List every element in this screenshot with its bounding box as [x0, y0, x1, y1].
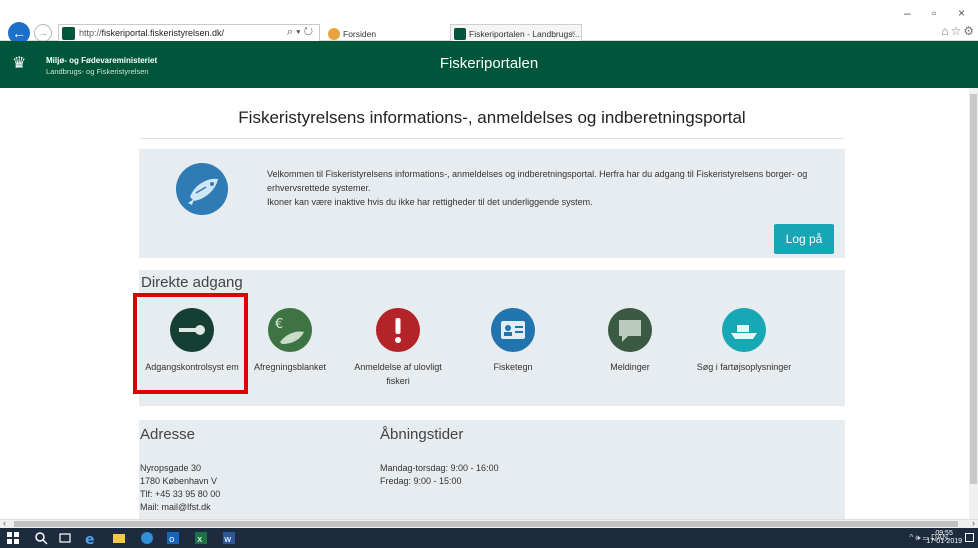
svg-text:w: w — [224, 535, 231, 545]
svg-text:e: e — [85, 532, 95, 545]
close-window-icon[interactable]: × — [958, 6, 965, 20]
contact-panel: Adresse Nyropsgade 30 1780 København V T… — [139, 420, 845, 520]
id-card-icon — [491, 308, 535, 352]
notifications-icon[interactable] — [965, 533, 974, 542]
browser-chrome: ← → http://fiskeriportal.fiskeristyrelse… — [0, 0, 978, 44]
portal-title: Fiskeriportalen — [439, 55, 539, 72]
hours-text: Mandag-torsdag: 9:00 - 16:00 Fredag: 9:0… — [380, 463, 499, 486]
tile-label: Søg i fartøjsoplysninger — [696, 362, 792, 372]
exclamation-icon — [376, 308, 420, 352]
clock[interactable]: 09:55 17-01-2019 — [926, 530, 962, 546]
horizontal-scrollbar[interactable]: ‹ › — [0, 518, 978, 528]
outlook-icon[interactable]: o — [166, 531, 180, 545]
svg-text:€: € — [275, 317, 283, 332]
svg-text:o: o — [169, 535, 175, 545]
vertical-scrollbar[interactable] — [969, 88, 978, 519]
euro-fish-icon: € — [268, 308, 312, 352]
address-title: Adresse — [140, 426, 196, 443]
skype-icon[interactable] — [140, 531, 154, 545]
tile-afregningsblanket[interactable]: € Afregningsblanket — [235, 304, 345, 374]
tile-anmeldelse[interactable]: Anmeldelse af ulovligt fiskeri — [343, 304, 453, 388]
svg-text:x: x — [197, 535, 203, 545]
task-view-icon[interactable] — [58, 531, 72, 545]
word-icon[interactable]: w — [222, 531, 236, 545]
search-icon[interactable] — [34, 531, 48, 545]
tile-label: Afregningsblanket — [253, 362, 327, 372]
url-text: http://fiskeriportal.fiskeristyrelsen.dk… — [79, 28, 225, 38]
file-explorer-icon[interactable] — [112, 531, 126, 545]
horizontal-scroll-thumb[interactable] — [14, 521, 958, 527]
minimize-icon[interactable]: – — [904, 6, 911, 20]
forward-button[interactable]: → — [34, 24, 52, 42]
scroll-right-icon[interactable]: › — [972, 518, 975, 528]
address-text: Nyropsgade 30 1780 København V Tlf: +45 … — [140, 463, 221, 512]
welcome-panel: Velkommen til Fiskeristyrelsens informat… — [139, 149, 845, 258]
windows-start-icon[interactable] — [6, 531, 20, 545]
tile-soeg-fartoej[interactable]: Søg i fartøjsoplysninger — [689, 304, 799, 374]
hours-title: Åbningstider — [380, 426, 464, 443]
tile-label: Anmeldelse af ulovligt fiskeri — [354, 362, 442, 386]
maximize-icon[interactable]: ▫ — [932, 6, 936, 20]
fish-logo-icon — [176, 163, 228, 215]
close-tab-icon[interactable]: × — [571, 28, 576, 38]
tile-label: Fisketegn — [493, 362, 533, 372]
welcome-text: Velkommen til Fiskeristyrelsens informat… — [267, 169, 808, 207]
highlight-box — [133, 293, 248, 394]
page-heading: Fiskeristyrelsens informations-, anmelde… — [238, 108, 746, 127]
tile-fisketegn[interactable]: Fisketegn — [458, 304, 568, 374]
ship-icon — [722, 308, 766, 352]
tab-favicon-icon — [328, 28, 340, 40]
vertical-scroll-thumb[interactable] — [970, 94, 977, 484]
tile-meldinger[interactable]: Meldinger — [575, 304, 685, 374]
site-favicon-icon — [62, 27, 75, 40]
scroll-left-icon[interactable]: ‹ — [3, 518, 6, 528]
login-button[interactable]: Log på — [774, 224, 834, 254]
ministry-header: ♛ Miljø- og Fødevareministeriet Landbrug… — [0, 41, 978, 88]
taskbar: e o x w ^ 🕪 ▭ DAN 09:55 17-01-2019 — [0, 528, 978, 548]
divider — [140, 138, 844, 139]
excel-icon[interactable]: x — [194, 531, 208, 545]
tab-favicon-icon — [454, 28, 466, 40]
search-refresh-icons[interactable]: ⌕ ▾ ↻ — [287, 26, 313, 39]
tile-label: Meldinger — [610, 362, 650, 372]
speech-bubble-icon — [608, 308, 652, 352]
direct-access-title: Direkte adgang — [141, 274, 243, 291]
internet-explorer-icon[interactable]: e — [84, 531, 98, 545]
home-favorites-settings-icons[interactable]: ⌂☆⚙ — [941, 24, 976, 38]
